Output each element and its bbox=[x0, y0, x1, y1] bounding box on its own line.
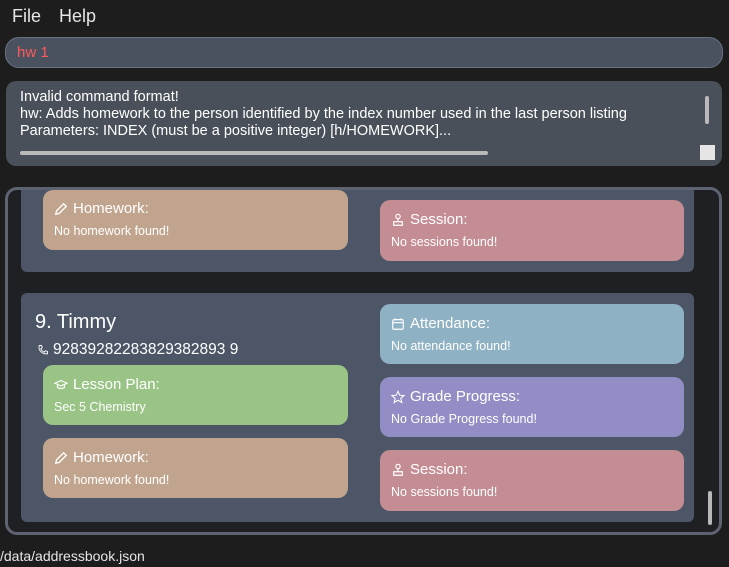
result-line-1: Invalid command format! bbox=[20, 89, 179, 105]
person-name-text: Timmy bbox=[56, 311, 117, 333]
person-index: 9. bbox=[35, 311, 52, 333]
grade-progress-title: Grade Progress: bbox=[410, 388, 521, 405]
attendance-title: Attendance: bbox=[410, 315, 491, 332]
lesson-plan-text: Sec 5 Chemistry bbox=[54, 400, 146, 414]
result-vertical-scrollbar[interactable] bbox=[705, 96, 709, 124]
menu-help[interactable]: Help bbox=[59, 6, 96, 27]
list-vertical-scrollbar[interactable] bbox=[708, 491, 712, 525]
person-card-8[interactable]: Homework: No homework found! Session: No… bbox=[21, 190, 694, 272]
result-line-2: hw: Adds homework to the person identifi… bbox=[20, 106, 627, 122]
session-text: No sessions found! bbox=[391, 485, 498, 499]
person-phone: 92839282283829382893 9 bbox=[37, 341, 238, 359]
homework-text: No homework found! bbox=[54, 473, 170, 487]
pencil-icon bbox=[54, 451, 68, 464]
star-icon bbox=[391, 389, 405, 404]
homework-title: Homework: bbox=[73, 449, 149, 466]
calendar-icon bbox=[392, 317, 404, 330]
grade-progress-box: Grade Progress: No Grade Progress found! bbox=[380, 377, 684, 437]
command-input[interactable]: hw 1 bbox=[5, 37, 723, 68]
graduation-cap-icon bbox=[54, 379, 68, 389]
session-title: Session: bbox=[410, 461, 468, 478]
session-title: Session: bbox=[410, 211, 468, 228]
phone-icon bbox=[38, 345, 48, 355]
menu-file[interactable]: File bbox=[12, 6, 41, 27]
person-name: 9. Timmy bbox=[35, 311, 116, 334]
homework-box: Homework: No homework found! bbox=[43, 190, 348, 250]
session-text: No sessions found! bbox=[391, 235, 498, 249]
person-list[interactable]: Homework: No homework found! Session: No… bbox=[5, 187, 722, 535]
session-icon bbox=[393, 213, 403, 226]
session-box: Session: No sessions found! bbox=[380, 450, 684, 511]
session-box: Session: No sessions found! bbox=[380, 200, 684, 261]
result-display[interactable]: Invalid command format! hw: Adds homewor… bbox=[6, 81, 722, 166]
result-line-3: Parameters: INDEX (must be a positive in… bbox=[20, 123, 452, 139]
pencil-icon bbox=[54, 202, 68, 215]
attendance-box: Attendance: No attendance found! bbox=[380, 304, 684, 364]
attendance-text: No attendance found! bbox=[391, 339, 511, 353]
menu-bar: File Help bbox=[0, 0, 729, 32]
lesson-plan-title: Lesson Plan: bbox=[73, 376, 160, 393]
person-card-9[interactable]: 9. Timmy 92839282283829382893 9 Lesson P… bbox=[21, 293, 694, 522]
grade-progress-text: No Grade Progress found! bbox=[391, 412, 537, 426]
homework-box: Homework: No homework found! bbox=[43, 438, 348, 498]
scroll-corner bbox=[700, 145, 715, 160]
homework-text: No homework found! bbox=[54, 224, 170, 238]
result-horizontal-scrollbar[interactable] bbox=[20, 151, 488, 155]
phone-number: 92839282283829382893 9 bbox=[53, 341, 239, 358]
status-bar-path: /data/addressbook.json bbox=[0, 548, 145, 564]
session-icon bbox=[393, 463, 403, 476]
homework-title: Homework: bbox=[73, 200, 149, 217]
lesson-plan-box: Lesson Plan: Sec 5 Chemistry bbox=[43, 365, 348, 425]
